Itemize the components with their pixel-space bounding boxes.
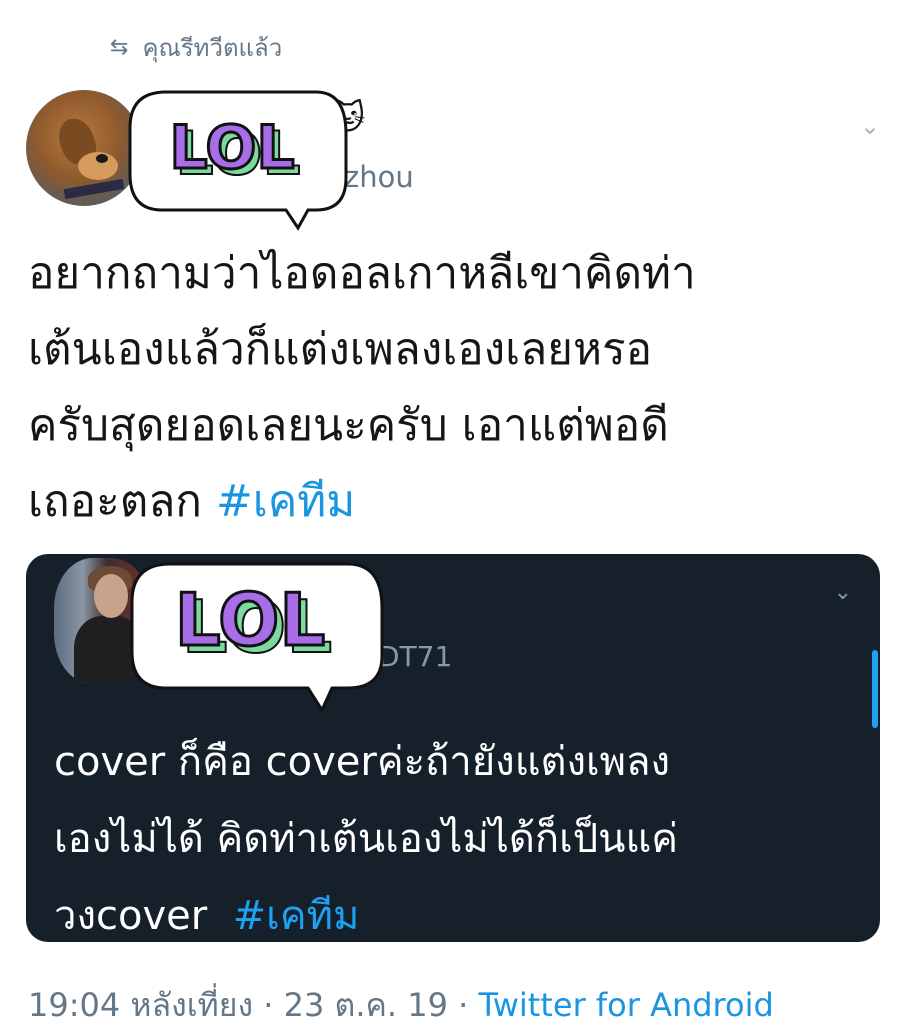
- retweet-context: ⇆ คุณรีทวีตแล้ว: [110, 28, 282, 67]
- quoted-hashtag[interactable]: #เคทีม: [233, 893, 360, 939]
- tweet-text: อยากถามว่าไอดอลเกาหลีเขาคิดท่า เต้นเองแล…: [28, 236, 878, 540]
- author-avatar[interactable]: [26, 90, 142, 206]
- author-handle[interactable]: zhou: [344, 160, 414, 194]
- retweet-label: คุณรีทวีตแล้ว: [142, 34, 283, 62]
- meta-separator: ·: [253, 986, 284, 1024]
- tweet-hashtag[interactable]: #เคทีม: [216, 476, 355, 527]
- lol-sticker: LOL LOL: [126, 86, 350, 232]
- retweet-icon: ⇆: [110, 35, 129, 60]
- tweet-body: อยากถามว่าไอดอลเกาหลีเขาคิดท่า เต้นเองแล…: [28, 248, 696, 527]
- lol-sticker: LOL LOL: [126, 558, 388, 716]
- chevron-down-icon[interactable]: ⌄: [834, 580, 852, 605]
- tweet-date[interactable]: 23 ต.ค. 19: [284, 986, 448, 1024]
- lol-sticker-text: LOL: [169, 113, 294, 183]
- meta-separator: ·: [447, 986, 479, 1024]
- chevron-down-icon[interactable]: ⌄: [860, 112, 880, 140]
- scrollbar[interactable]: [872, 650, 878, 728]
- tweet-meta: 19:04 หลังเที่ยง · 23 ต.ค. 19 · Twitter …: [28, 980, 774, 1031]
- quoted-author-handle[interactable]: DT71: [378, 640, 452, 673]
- tweet-time: 19:04 หลังเที่ยง: [28, 986, 254, 1024]
- quoted-tweet-text: cover ก็คือ coverค่ะถ้ายังแต่งเพลง เองไม…: [54, 724, 854, 942]
- quoted-body: cover ก็คือ coverค่ะถ้ายังแต่งเพลง เองไม…: [54, 739, 679, 939]
- lol-sticker-text: LOL: [175, 578, 325, 662]
- tweet-source[interactable]: Twitter for Android: [478, 986, 773, 1024]
